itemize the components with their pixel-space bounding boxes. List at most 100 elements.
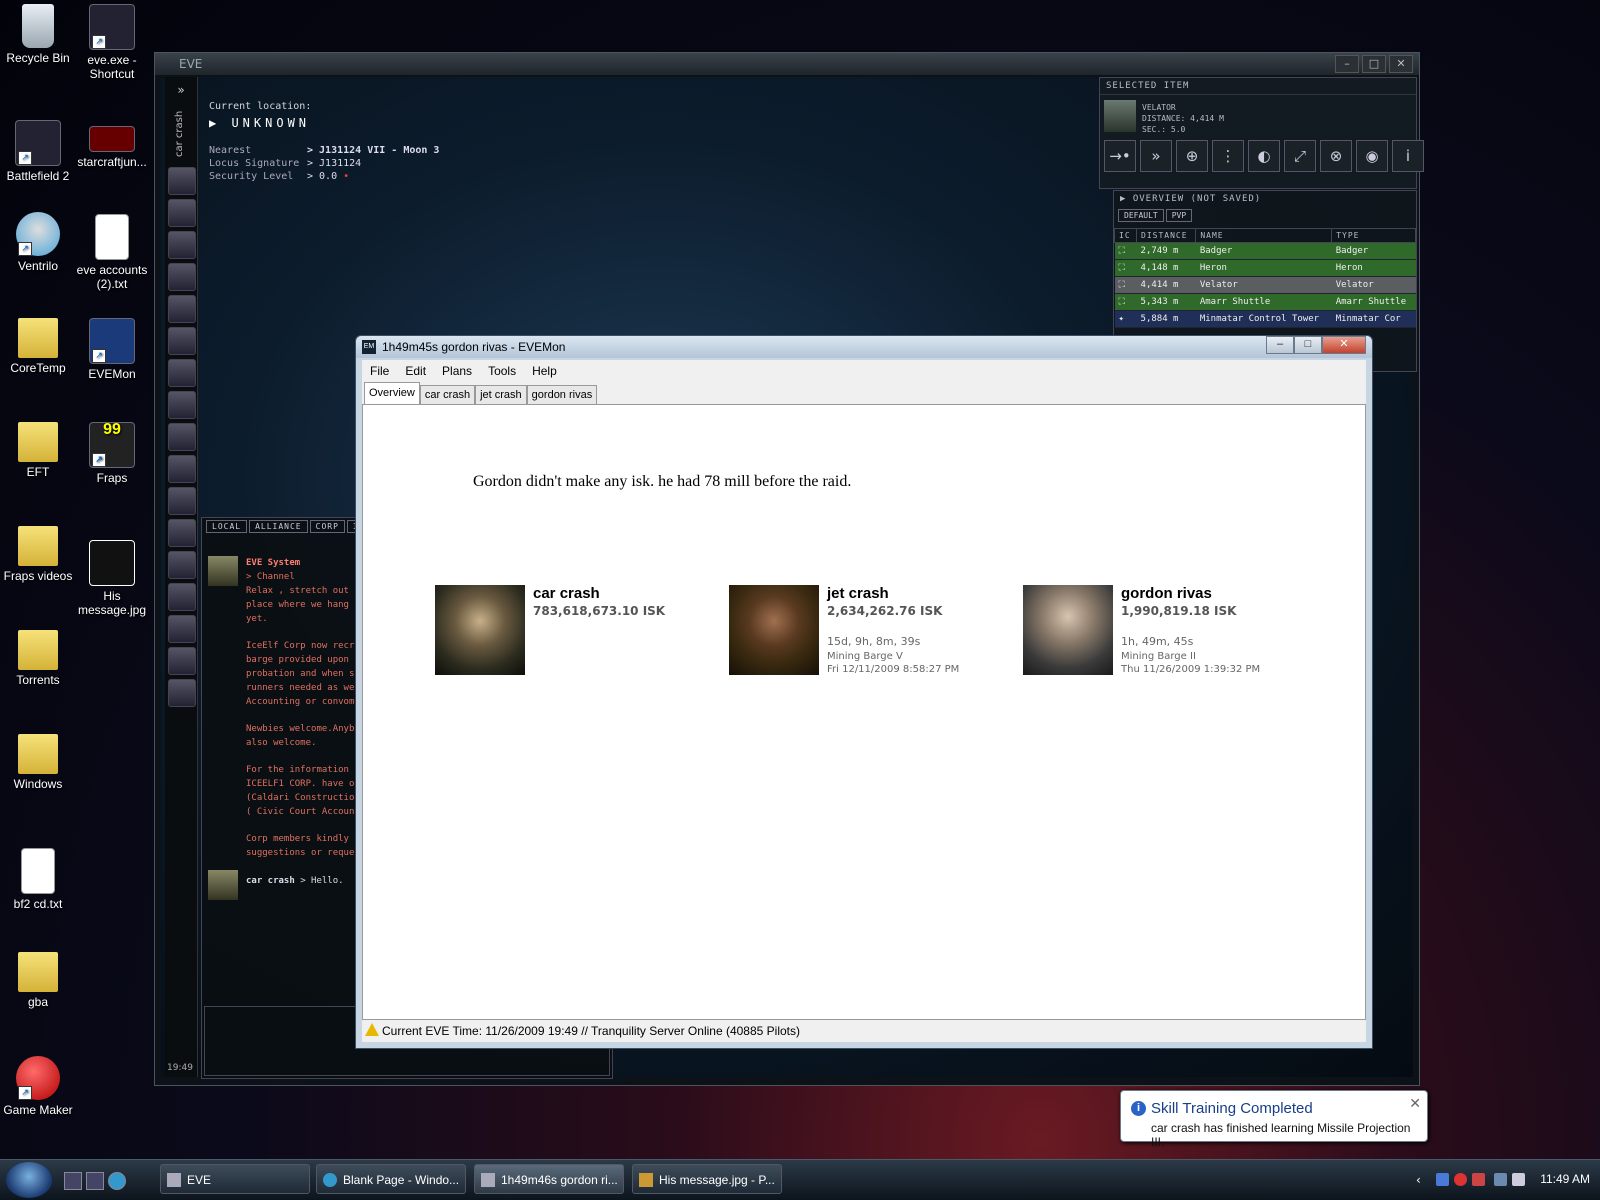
internet-explorer-icon[interactable] [108,1172,126,1190]
chat-tab-local[interactable]: LOCAL [206,520,248,533]
overview-tab-pvp[interactable]: PVP [1165,209,1193,222]
neocom-corp-icon[interactable] [168,295,196,323]
eve-titlebar[interactable]: EVE – □ ✕ [155,53,1419,75]
look-at-icon[interactable]: ◉ [1356,140,1388,172]
evemon-tray-icon[interactable] [1436,1173,1449,1186]
overview-col-type[interactable]: TYPE [1331,228,1416,243]
desktop-icon-torrents[interactable]: Torrents [0,630,76,687]
neocom-market-icon[interactable] [168,551,196,579]
lock-target-icon[interactable]: ⊗ [1320,140,1352,172]
chat-tab-corp[interactable]: CORP [309,520,345,533]
desktop-icon-eve-shortcut[interactable]: ↗ eve.exe - Shortcut [74,4,150,81]
show-info-icon[interactable]: i [1392,140,1424,172]
menu-plans[interactable]: Plans [434,360,480,382]
warp-to-icon[interactable]: » [1140,140,1172,172]
neocom-cargo-icon[interactable] [168,455,196,483]
overview-col-name[interactable]: NAME [1195,228,1333,243]
close-icon[interactable]: ✕ [1409,1095,1421,1112]
neocom-ship-icon[interactable] [168,327,196,355]
neocom-science-icon[interactable] [168,519,196,547]
menu-edit[interactable]: Edit [397,360,434,382]
desktop-icon-recycle-bin[interactable]: Recycle Bin [0,4,76,65]
taskbar-button-evemon[interactable]: 1h49m46s gordon ri... [474,1164,624,1194]
neocom-fitting-icon[interactable] [168,487,196,515]
desktop-icon-fraps-videos[interactable]: Fraps videos [0,526,76,583]
desktop-icon-his-message-jpg[interactable]: His message.jpg [74,540,150,617]
overview-col-icon[interactable]: IC [1113,228,1138,243]
desktop-icon-ventrilo[interactable]: ↗ Ventrilo [0,212,76,273]
neocom-starmap-icon[interactable] [168,391,196,419]
evemon-titlebar[interactable]: EM 1h49m45s gordon rivas - EVEMon – □ ✕ [356,336,1372,358]
neocom-music-icon[interactable] [168,615,196,643]
desktop-icon-coretemp[interactable]: CoreTemp [0,318,76,375]
evemon-minimize-button[interactable]: – [1266,336,1294,354]
tab-jet-crash[interactable]: jet crash [475,385,527,405]
eve-close-button[interactable]: ✕ [1389,55,1413,73]
neocom-map-icon[interactable] [168,263,196,291]
tray-expand-icon[interactable]: ‹ [1416,1173,1429,1187]
character-card-car-crash[interactable]: car crash 783,618,673.10 ISK [435,585,725,677]
desktop-icon-fraps[interactable]: 99 ↗ Fraps [74,422,150,485]
start-button[interactable] [6,1162,52,1198]
tray-app-icon[interactable] [1472,1173,1485,1186]
security-alert-icon[interactable] [1454,1173,1467,1186]
menu-tools[interactable]: Tools [480,360,524,382]
evemon-maximize-button[interactable]: □ [1294,336,1322,354]
board-icon[interactable]: ⊕ [1176,140,1208,172]
neocom-journal-icon[interactable] [168,359,196,387]
neocom-people-icon[interactable] [168,199,196,227]
evemon-app-icon: ↗ [89,318,135,364]
overview-row[interactable]: ⛶ 4,414 m Velator Velator [1114,276,1416,294]
location-info: Current location: ▶ UNKNOWN Nearest > J13… [209,101,439,183]
approach-icon[interactable]: →• [1104,140,1136,172]
desktop-icon-evemon[interactable]: ↗ EVEMon [74,318,150,381]
switch-windows-icon[interactable] [86,1172,104,1190]
skill-notification-balloon[interactable]: i Skill Training Completed car crash has… [1120,1090,1428,1149]
tab-overview[interactable]: Overview [364,382,420,406]
orbit-icon[interactable]: ◐ [1248,140,1280,172]
desktop-icon-gba[interactable]: gba [0,952,76,1009]
eve-maximize-button[interactable]: □ [1362,55,1386,73]
desktop-icon-battlefield-2[interactable]: ↗ Battlefield 2 [0,120,76,183]
overview-row[interactable]: ⛶ 2,749 m Badger Badger [1114,242,1416,260]
tab-gordon-rivas[interactable]: gordon rivas [526,385,598,405]
neocom-browser-icon[interactable] [168,647,196,675]
volume-icon[interactable] [1512,1173,1525,1186]
neocom-mail-icon[interactable] [168,231,196,259]
eve-minimize-button[interactable]: – [1335,55,1359,73]
overview-row[interactable]: ⛶ 4,148 m Heron Heron [1114,259,1416,277]
menu-help[interactable]: Help [524,360,565,382]
desktop-icon-game-maker[interactable]: ↗ Game Maker [0,1056,76,1117]
jump-icon[interactable]: ⋮ [1212,140,1244,172]
desktop-icon-windows[interactable]: Windows [0,734,76,791]
tab-car-crash[interactable]: car crash [419,385,476,405]
overview-row[interactable]: ✦ 5,884 m Minmatar Control Tower Minmatar C… [1114,310,1416,328]
taskbar-button-paint[interactable]: His message.jpg - P... [632,1164,782,1194]
desktop-icon-eve-accounts-txt[interactable]: eve accounts (2).txt [74,214,150,291]
desktop-icon-eft[interactable]: EFT [0,422,76,479]
menu-file[interactable]: File [362,360,397,382]
neocom-help-icon[interactable] [168,679,196,707]
taskbar-button-eve[interactable]: EVE [160,1164,310,1194]
neocom-character-sheet-icon[interactable] [168,167,196,195]
desktop-icon-starcraft[interactable]: starcraftjun... [74,126,150,169]
network-icon[interactable] [1494,1173,1507,1186]
taskbar-button-browser[interactable]: Blank Page - Windo... [316,1164,466,1194]
evemon-close-button[interactable]: ✕ [1322,336,1366,354]
desktop-icon-bf2-cd-txt[interactable]: bf2 cd.txt [0,848,76,911]
overview-col-distance[interactable]: DISTANCE [1136,228,1197,243]
neocom-expand-icon[interactable]: » [165,83,197,97]
overview-row[interactable]: ⛶ 5,343 m Amarr Shuttle Amarr Shuttle [1114,293,1416,311]
system-tray: ‹ 11:49 AM [1380,1160,1600,1200]
show-desktop-icon[interactable] [64,1172,82,1190]
keep-at-range-icon[interactable]: ⤢ [1284,140,1316,172]
neocom-scanner-icon[interactable] [168,423,196,451]
character-card-jet-crash[interactable]: jet crash 2,634,262.76 ISK 15d, 9h, 8m, … [729,585,1019,677]
taskbar-clock[interactable]: 11:49 AM [1540,1172,1590,1186]
eve-clock: 19:49 [167,1063,193,1073]
overview-tab-default[interactable]: DEFAULT [1118,209,1164,222]
chat-tab-alliance[interactable]: ALLIANCE [249,520,308,533]
evemon-window[interactable]: EM 1h49m45s gordon rivas - EVEMon – □ ✕ … [355,335,1373,1049]
character-card-gordon-rivas[interactable]: gordon rivas 1,990,819.18 ISK 1h, 49m, 4… [1023,585,1313,677]
neocom-notepad-icon[interactable] [168,583,196,611]
